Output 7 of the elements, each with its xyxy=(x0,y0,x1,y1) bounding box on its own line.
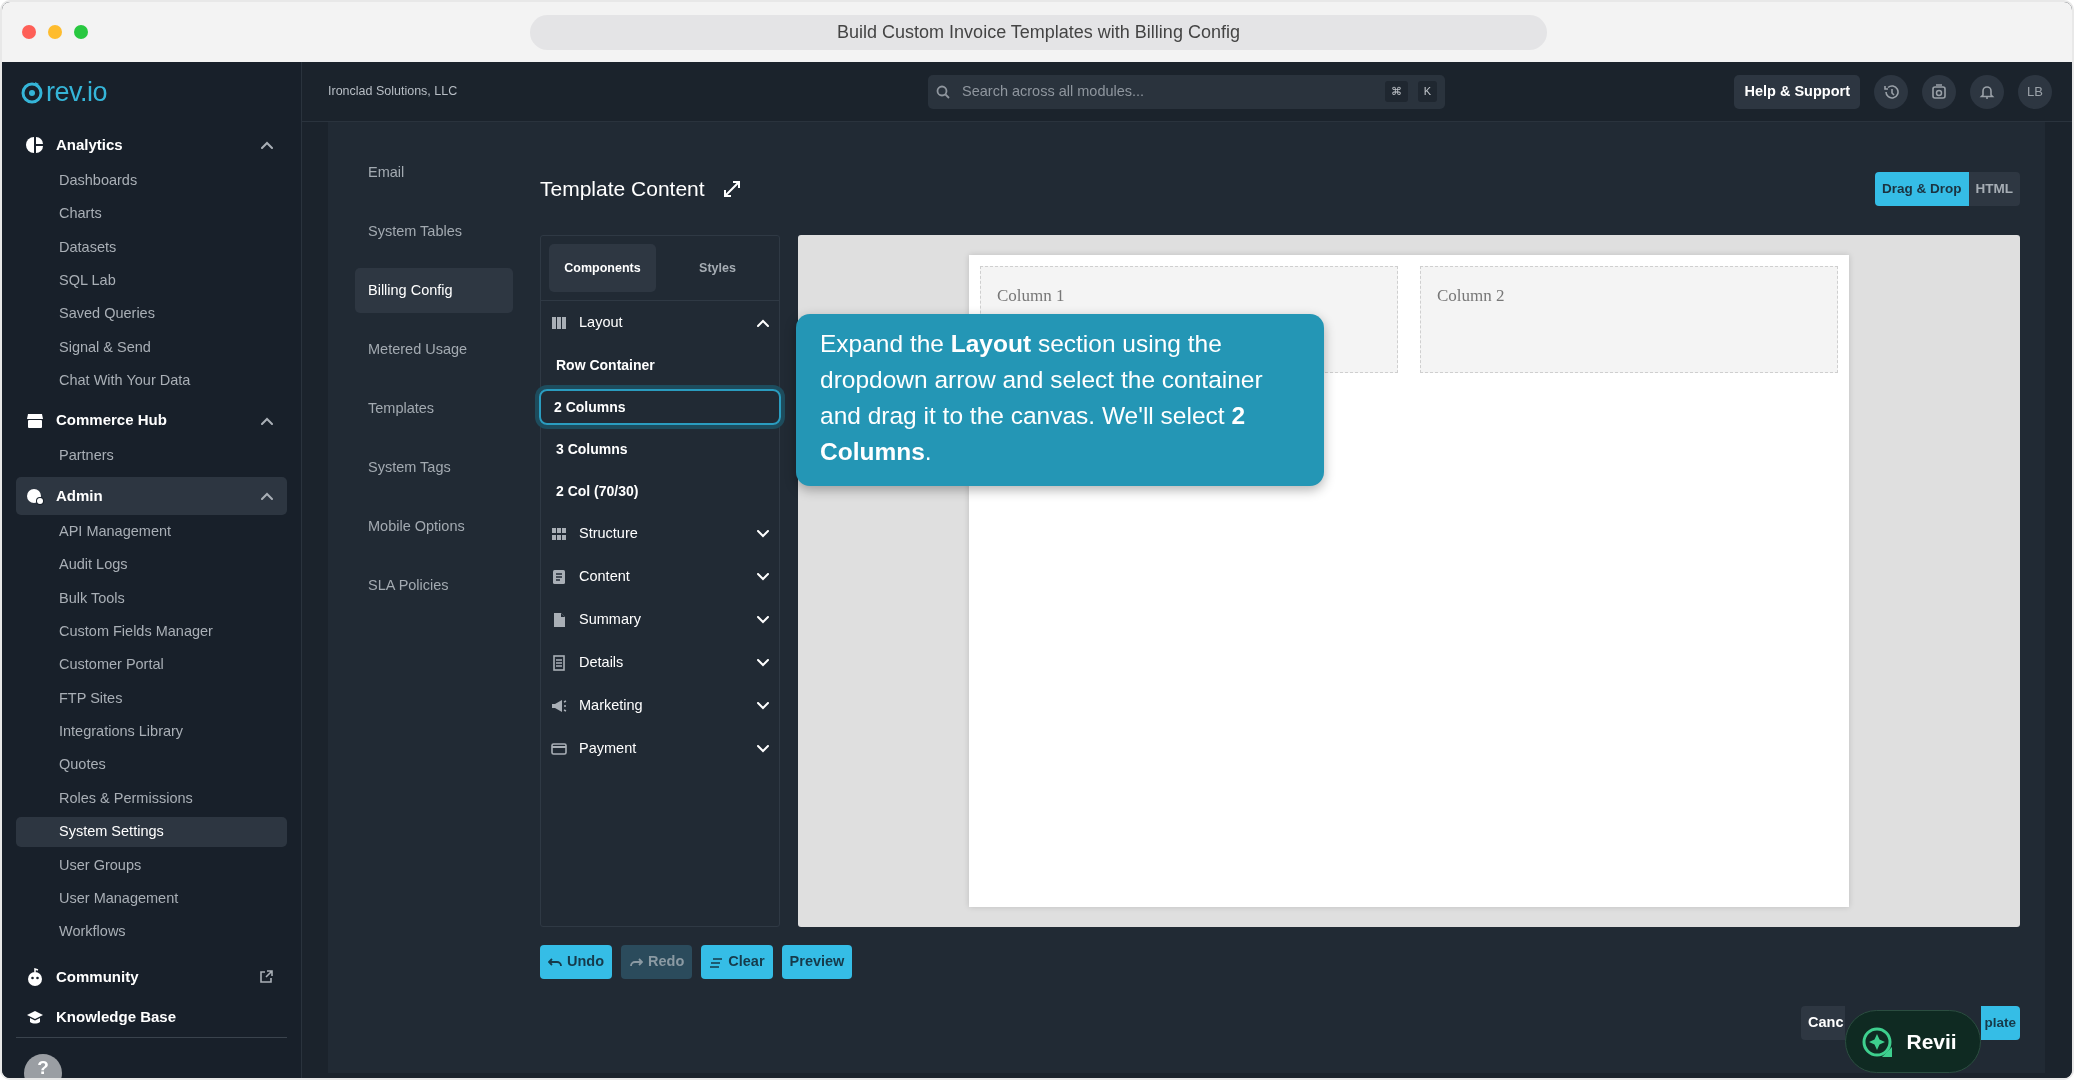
logo-text: rev.io xyxy=(46,75,108,109)
shortcut-key: ⌘ xyxy=(1384,81,1408,102)
window-title: Build Custom Invoice Templates with Billing Config xyxy=(530,15,1547,50)
shortcut-key: K xyxy=(1417,81,1437,102)
tooltip: Expand the Layout section using the dropdown arrow and select the container and drag it to the canvas. We'll select 2 Columns. xyxy=(796,314,1324,486)
company-name: Ironclad Solutions, LLC xyxy=(328,83,458,101)
section-title: Template Content xyxy=(540,176,705,203)
